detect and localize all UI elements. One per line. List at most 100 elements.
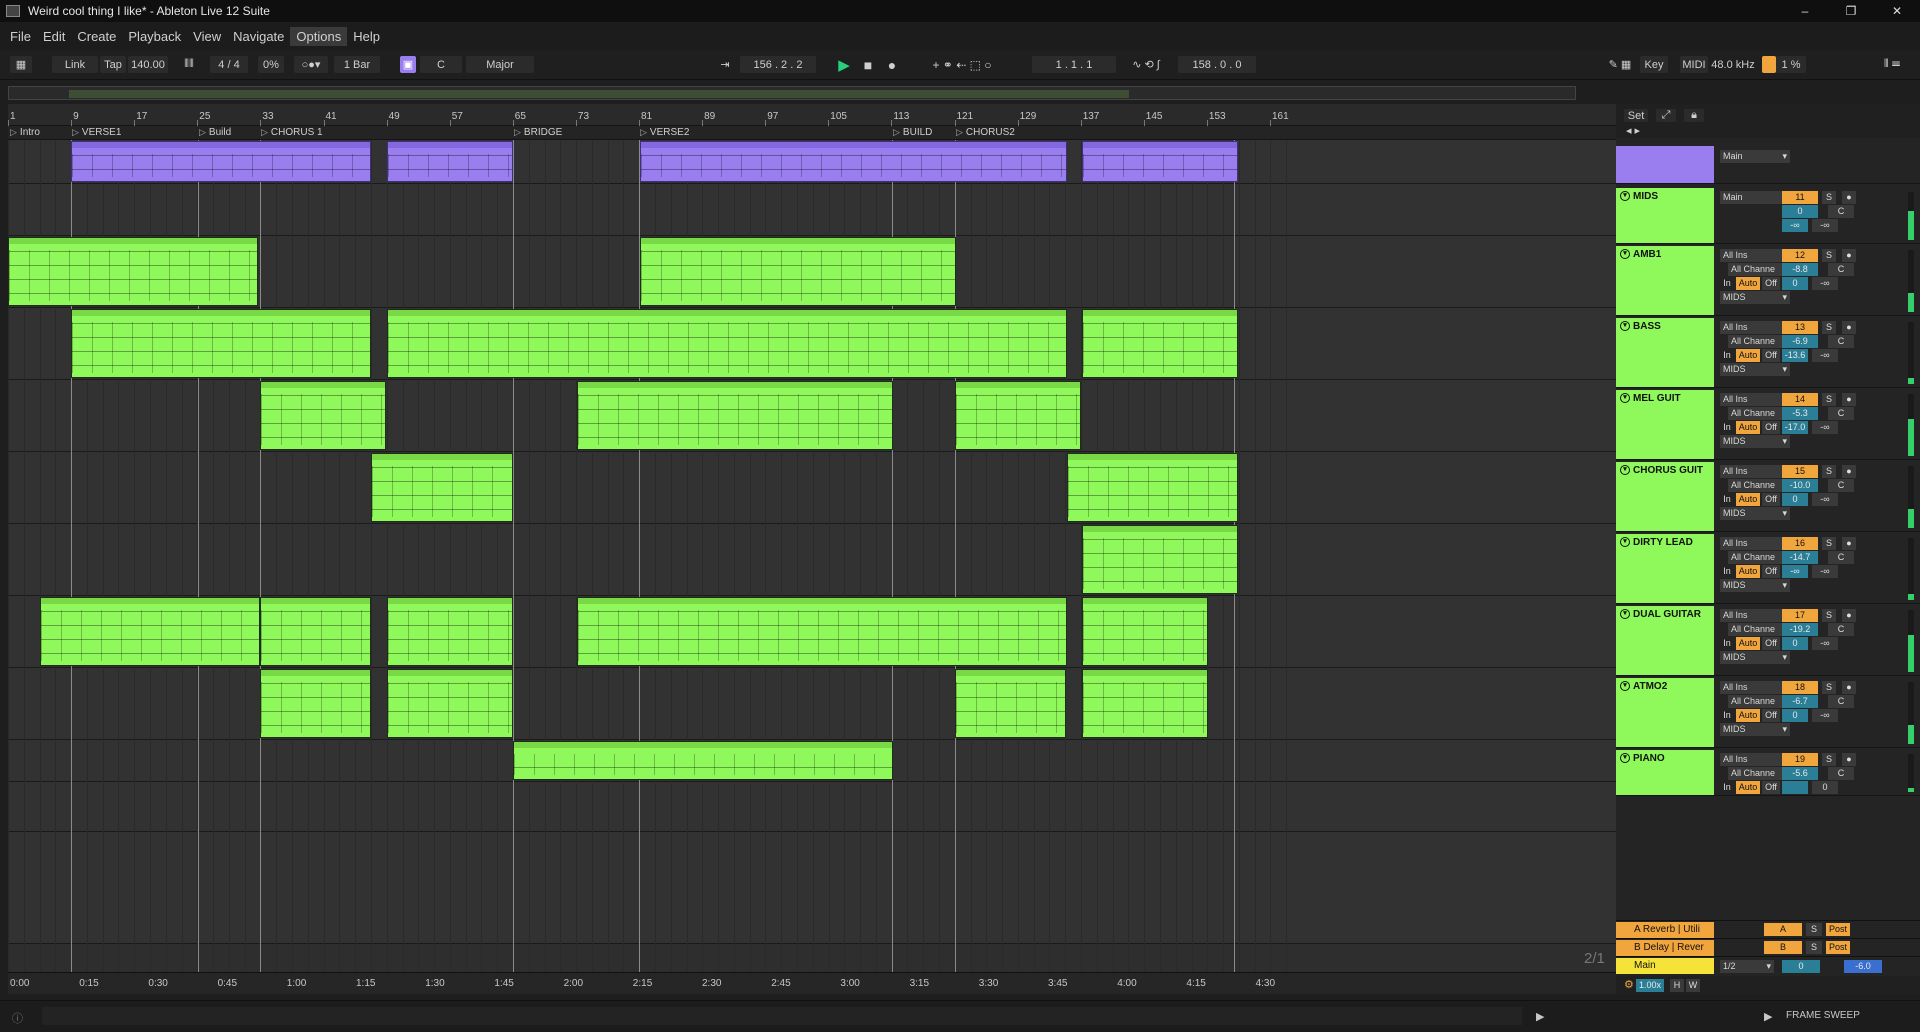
tempo-field[interactable]: 140.00: [128, 56, 168, 73]
locator-chorus1[interactable]: CHORUS 1: [261, 127, 323, 138]
monitor-auto-button[interactable]: Auto: [1736, 349, 1760, 362]
midi-clip[interactable]: [260, 597, 371, 666]
output-select[interactable]: MIDS: [1720, 435, 1790, 448]
midi-clip[interactable]: [71, 141, 371, 182]
mixer-track-strip[interactable]: ▾DUAL GUITAR All InsAll Channe17 S ● -19.2 C I…: [1616, 606, 1920, 676]
midi-clip[interactable]: [1067, 453, 1238, 522]
track-number-button[interactable]: 11: [1782, 191, 1818, 204]
loop-icon[interactable]: ∿ ⟲ ∫: [1118, 56, 1174, 73]
input-type-select[interactable]: All Ins: [1720, 753, 1790, 766]
midi-clip[interactable]: [577, 597, 1067, 666]
monitor-auto-button[interactable]: Auto: [1736, 421, 1760, 434]
solo-button[interactable]: S: [1822, 609, 1836, 622]
locator-lane[interactable]: Intro VERSE1 Build CHORUS 1 BRIDGE VERSE…: [8, 126, 1616, 140]
mixer-track-strip[interactable]: ▾ATMO2 All InsAll Channe18 S ● -6.7 C InAutoOf…: [1616, 678, 1920, 748]
mixer-track-strip[interactable]: ▾DIRTY LEAD All InsAll Channe16 S ● -14.7 C In…: [1616, 534, 1920, 604]
top-group-strip[interactable]: Main: [1616, 146, 1920, 184]
mixer-track-strip[interactable]: ▾MIDSMain11S●0C-∞-∞: [1616, 188, 1920, 244]
input-channel-select[interactable]: All Channe: [1728, 767, 1790, 780]
track-name[interactable]: ▾ MIDS: [1616, 188, 1714, 243]
track-number-button[interactable]: 18: [1782, 681, 1818, 694]
monitor-auto-button[interactable]: Auto: [1736, 493, 1760, 506]
midi-clip[interactable]: [955, 381, 1081, 450]
solo-button[interactable]: S: [1822, 681, 1836, 694]
locator-verse1[interactable]: VERSE1: [72, 127, 121, 138]
pan-field[interactable]: C: [1828, 335, 1854, 348]
clip-header[interactable]: [1083, 526, 1237, 532]
clip-header[interactable]: [956, 382, 1080, 388]
midi-clip[interactable]: [260, 669, 371, 738]
monitor-off-button[interactable]: Off: [1762, 781, 1780, 794]
clip-header[interactable]: [41, 598, 259, 604]
arm-icon[interactable]: ●: [1842, 393, 1856, 406]
clip-header[interactable]: [641, 142, 1066, 148]
midi-clip[interactable]: [387, 309, 1067, 378]
track-name[interactable]: ▾ CHORUS GUIT: [1616, 462, 1714, 531]
send-b-field[interactable]: -∞: [1812, 637, 1838, 650]
scale-select[interactable]: Major: [466, 56, 534, 73]
output-select[interactable]: MIDS: [1720, 651, 1790, 664]
return-a-post[interactable]: Post: [1826, 923, 1850, 936]
monitor-auto-button[interactable]: Auto: [1736, 709, 1760, 722]
midi-clip[interactable]: [260, 381, 386, 450]
loop-length-field[interactable]: 158 . 0 . 0: [1178, 56, 1256, 73]
midi-clip[interactable]: [1082, 309, 1238, 378]
h-button[interactable]: H: [1670, 979, 1684, 992]
input-type-select[interactable]: All Ins: [1720, 249, 1790, 262]
arm-icon[interactable]: ●: [1842, 681, 1856, 694]
solo-button[interactable]: S: [1822, 393, 1836, 406]
fold-icon[interactable]: ▾: [1620, 393, 1630, 404]
volume-field[interactable]: -5.6: [1782, 767, 1818, 780]
main-strip[interactable]: Main 1/2 0 -6.0: [1616, 956, 1920, 974]
locator-build2[interactable]: BUILD: [893, 127, 932, 138]
input-type-select[interactable]: All Ins: [1720, 681, 1790, 694]
track-name[interactable]: ▾ ATMO2: [1616, 678, 1714, 747]
clip-header[interactable]: [1083, 142, 1237, 148]
midi-clip[interactable]: [40, 597, 260, 666]
send-a-field[interactable]: [1782, 781, 1808, 794]
volume-field[interactable]: -14.7: [1782, 551, 1818, 564]
monitor-auto-button[interactable]: Auto: [1736, 565, 1760, 578]
clip-header[interactable]: [578, 598, 1066, 604]
track-number-button[interactable]: 17: [1782, 609, 1818, 622]
return-b-strip[interactable]: B Delay | Rever B S Post: [1616, 938, 1920, 956]
midi-clip[interactable]: [1082, 141, 1238, 182]
menu-view[interactable]: View: [187, 27, 227, 46]
track-number-button[interactable]: 19: [1782, 753, 1818, 766]
maximize-button[interactable]: ❐: [1828, 0, 1874, 22]
clip-header[interactable]: [72, 142, 370, 148]
clip-header[interactable]: [388, 142, 512, 148]
view-toggle-icon[interactable]: ⦀ ☰: [1872, 56, 1912, 73]
track-number-button[interactable]: 13: [1782, 321, 1818, 334]
arm-icon[interactable]: ●: [1842, 249, 1856, 262]
top-group-output[interactable]: Main: [1720, 150, 1790, 163]
send-a-field[interactable]: 0: [1782, 709, 1808, 722]
main-name[interactable]: Main: [1616, 958, 1714, 974]
locator-bridge[interactable]: BRIDGE: [514, 127, 562, 138]
zoom-label[interactable]: 1.00x: [1636, 979, 1664, 992]
input-channel-select[interactable]: All Channe: [1728, 263, 1790, 276]
midi-map-button[interactable]: MIDI: [1680, 56, 1708, 73]
menu-options[interactable]: Options: [290, 26, 348, 46]
input-type-select[interactable]: Main: [1720, 191, 1790, 204]
record-button[interactable]: ●: [882, 56, 902, 73]
expand-icon[interactable]: ⤢: [1656, 109, 1676, 122]
midi-clip[interactable]: [1082, 597, 1208, 666]
loop-start-field[interactable]: 1 . 1 . 1: [1032, 56, 1116, 73]
pan-field[interactable]: C: [1828, 623, 1854, 636]
solo-button[interactable]: S: [1822, 753, 1836, 766]
locator-chorus2[interactable]: CHORUS2: [956, 127, 1015, 138]
midi-clip[interactable]: [955, 669, 1066, 738]
clip-header[interactable]: [1068, 454, 1237, 460]
menu-create[interactable]: Create: [71, 27, 122, 46]
edit-tools-icon[interactable]: + ⚭ ⇠ ⬚ ○: [916, 56, 1008, 73]
arrangement-overview[interactable]: [8, 86, 1576, 100]
send-b-field[interactable]: -∞: [1812, 421, 1838, 434]
key-map-button[interactable]: Key: [1640, 56, 1668, 73]
track-number-button[interactable]: 14: [1782, 393, 1818, 406]
send-b-field[interactable]: -∞: [1812, 565, 1838, 578]
clip-header[interactable]: [641, 238, 955, 244]
return-a-label[interactable]: A: [1764, 923, 1802, 936]
input-type-select[interactable]: All Ins: [1720, 321, 1790, 334]
monitor-in-button[interactable]: In: [1720, 493, 1734, 506]
